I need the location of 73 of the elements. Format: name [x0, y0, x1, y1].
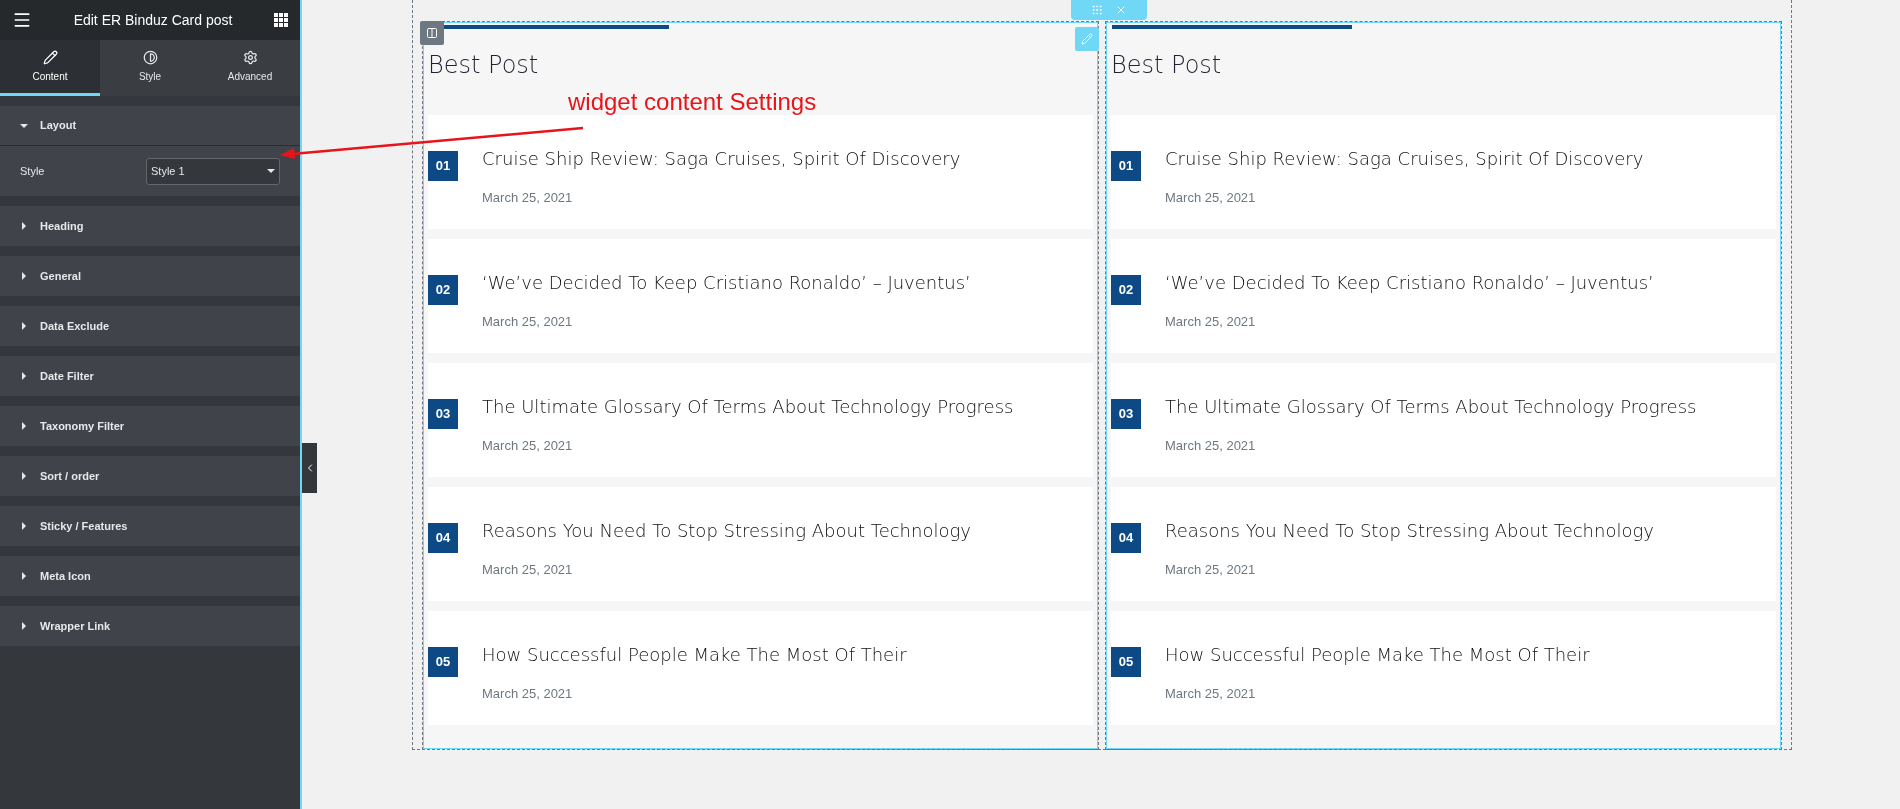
- post-number: 04: [1111, 523, 1141, 553]
- caret-icon: [267, 167, 275, 175]
- section-header[interactable]: Data Exclude: [0, 306, 300, 346]
- edit-handle[interactable]: [1075, 27, 1099, 51]
- caret-icon: [20, 572, 28, 580]
- collapse-toggle[interactable]: [302, 443, 317, 493]
- post-date: March 25, 2021: [482, 189, 574, 207]
- post-date: March 25, 2021: [482, 313, 574, 331]
- section-header[interactable]: Meta Icon: [0, 556, 300, 596]
- section-handle[interactable]: [1071, 0, 1147, 20]
- post-number: 01: [428, 151, 458, 181]
- pencil-icon: [1081, 33, 1093, 45]
- post-title[interactable]: ‘We’ve Decided To Keep Cristiano Ronaldo’ – Juventus’: [482, 269, 971, 296]
- post-title[interactable]: Cruise Ship Review: Saga Cruises, Spirit Of Discovery: [482, 145, 961, 172]
- pencil-icon: [42, 49, 58, 65]
- post-number: 02: [428, 275, 458, 305]
- caret-icon: [20, 121, 28, 130]
- columns-icon: [426, 27, 438, 39]
- menu-icon[interactable]: [12, 10, 32, 30]
- post-date: March 25, 2021: [482, 437, 574, 455]
- post-date: March 25, 2021: [1165, 685, 1257, 703]
- caret-icon: [20, 322, 28, 330]
- post-number: 03: [1111, 399, 1141, 429]
- post-number: 04: [428, 523, 458, 553]
- post-date: March 25, 2021: [482, 685, 574, 703]
- caret-icon: [20, 272, 28, 280]
- post-title[interactable]: Reasons You Need To Stop Stressing About Technology: [1165, 517, 1654, 544]
- close-icon: [1115, 4, 1127, 16]
- section-header[interactable]: Sticky / Features: [0, 506, 300, 546]
- control-label: Style: [20, 163, 45, 179]
- panel-title: Edit ER Binduz Card post: [73, 10, 233, 30]
- section-header[interactable]: Wrapper Link: [0, 606, 300, 646]
- contrast-icon: [142, 49, 158, 65]
- section-header[interactable]: Layout: [0, 106, 300, 146]
- widget-heading: Best Post: [1111, 51, 1222, 79]
- section-header[interactable]: Date Filter: [0, 356, 300, 396]
- section-header[interactable]: Sort / order: [0, 456, 300, 496]
- post-date: March 25, 2021: [1165, 313, 1257, 331]
- post-title[interactable]: Cruise Ship Review: Saga Cruises, Spirit Of Discovery: [1165, 145, 1644, 172]
- post-title[interactable]: Reasons You Need To Stop Stressing About Technology: [482, 517, 971, 544]
- section-header[interactable]: Heading: [0, 206, 300, 246]
- caret-icon: [20, 422, 28, 430]
- post-title[interactable]: The Ultimate Glossary Of Terms About Technology Progress: [482, 393, 1014, 420]
- post-number: 05: [1111, 647, 1141, 677]
- post-title[interactable]: How Successful People Make The Most Of Their: [482, 641, 907, 668]
- caret-icon: [20, 522, 28, 530]
- post-number: 02: [1111, 275, 1141, 305]
- post-number: 03: [428, 399, 458, 429]
- post-title[interactable]: The Ultimate Glossary Of Terms About Technology Progress: [1165, 393, 1697, 420]
- post-title[interactable]: ‘We’ve Decided To Keep Cristiano Ronaldo’ – Juventus’: [1165, 269, 1654, 296]
- grip-icon: [1091, 4, 1103, 16]
- post-date: March 25, 2021: [1165, 437, 1257, 455]
- panel-tab[interactable]: Content: [0, 40, 100, 96]
- post-number: 01: [1111, 151, 1141, 181]
- post-date: March 25, 2021: [482, 561, 574, 579]
- panel-tab[interactable]: Advanced: [200, 40, 300, 96]
- style-select[interactable]: Style 1: [146, 157, 280, 185]
- grid-icon[interactable]: [274, 13, 288, 27]
- panel-tab[interactable]: Style: [100, 40, 200, 96]
- annotation-text: widget content Settings: [568, 87, 817, 117]
- column-handle[interactable]: [420, 21, 444, 45]
- post-number: 05: [428, 647, 458, 677]
- section-header[interactable]: General: [0, 256, 300, 296]
- caret-icon: [20, 472, 28, 480]
- caret-icon: [20, 222, 28, 230]
- section-header[interactable]: Taxonomy Filter: [0, 406, 300, 446]
- post-date: March 25, 2021: [1165, 561, 1257, 579]
- post-date: March 25, 2021: [1165, 189, 1257, 207]
- gear-icon: [242, 49, 258, 65]
- caret-icon: [20, 622, 28, 630]
- caret-icon: [20, 372, 28, 380]
- post-title[interactable]: How Successful People Make The Most Of Their: [1165, 641, 1590, 668]
- widget-heading: Best Post: [428, 51, 539, 79]
